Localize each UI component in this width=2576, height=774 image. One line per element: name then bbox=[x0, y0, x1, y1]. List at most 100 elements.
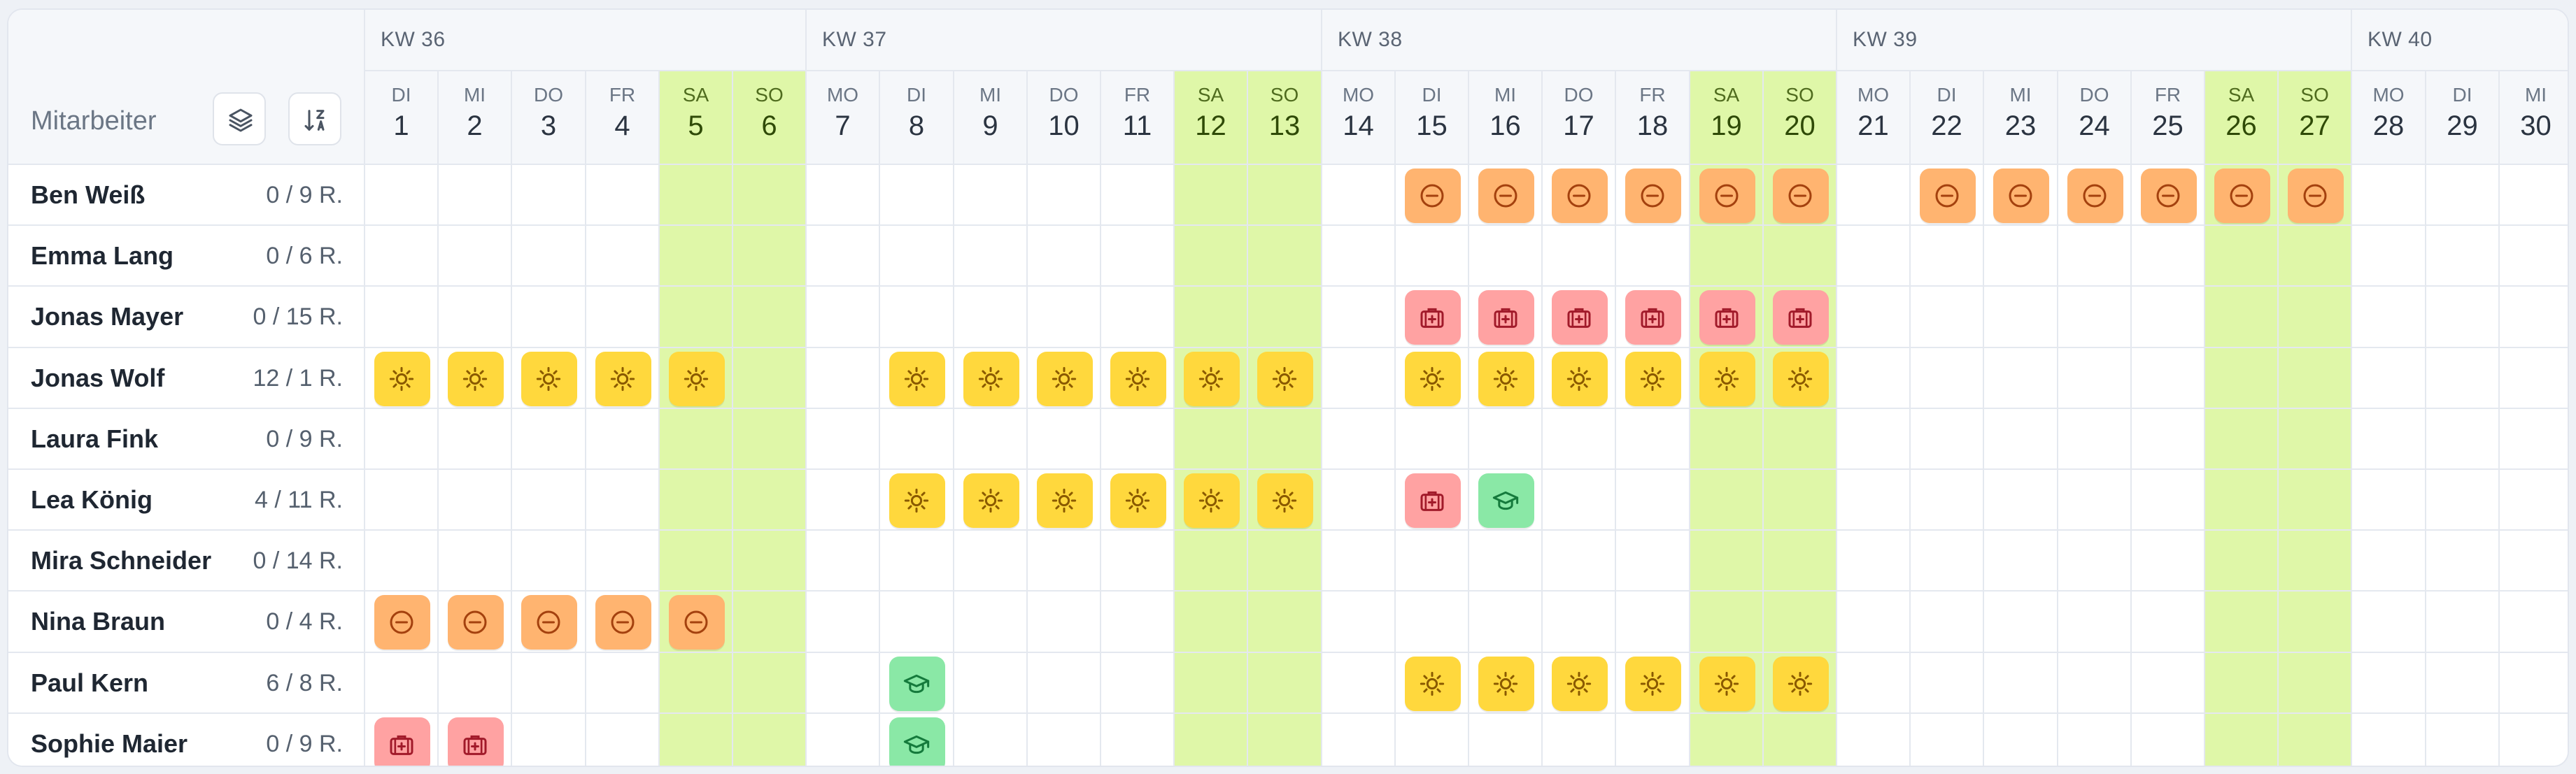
day-cell[interactable] bbox=[1175, 165, 1248, 226]
day-cell[interactable] bbox=[1984, 165, 2058, 226]
day-cell[interactable] bbox=[2500, 409, 2568, 470]
day-cell[interactable] bbox=[1028, 409, 1101, 470]
absence-tile-vacation[interactable] bbox=[1772, 656, 1829, 711]
day-cell[interactable] bbox=[2352, 287, 2426, 348]
absence-tile-dayoff[interactable] bbox=[1699, 168, 1755, 223]
day-cell[interactable] bbox=[1543, 470, 1616, 531]
day-cell[interactable] bbox=[1322, 592, 1396, 653]
day-cell[interactable] bbox=[1690, 592, 1764, 653]
day-cell[interactable] bbox=[2279, 531, 2352, 592]
day-cell[interactable] bbox=[1175, 409, 1248, 470]
day-cell[interactable] bbox=[954, 226, 1028, 287]
absence-tile-dayoff[interactable] bbox=[1478, 168, 1534, 223]
day-cell[interactable] bbox=[2058, 348, 2132, 409]
day-cell[interactable] bbox=[660, 470, 733, 531]
employee-row-header[interactable]: Mira Schneider 0 / 14 R. bbox=[8, 531, 365, 592]
day-cell[interactable] bbox=[2205, 409, 2279, 470]
day-cell[interactable] bbox=[2132, 287, 2205, 348]
absence-tile-dayoff[interactable] bbox=[2067, 168, 2123, 223]
day-cell[interactable] bbox=[1616, 653, 1690, 714]
day-cell[interactable] bbox=[1764, 165, 1837, 226]
day-cell[interactable] bbox=[880, 531, 954, 592]
day-cell[interactable] bbox=[2426, 409, 2500, 470]
absence-tile-vacation[interactable] bbox=[1404, 351, 1461, 406]
day-cell[interactable] bbox=[660, 409, 733, 470]
day-cell[interactable] bbox=[365, 470, 439, 531]
absence-tile-sick[interactable] bbox=[374, 717, 430, 766]
day-cell[interactable] bbox=[1322, 653, 1396, 714]
employee-row-header[interactable]: Lea König 4 / 11 R. bbox=[8, 470, 365, 531]
day-cell[interactable] bbox=[2205, 165, 2279, 226]
day-cell[interactable] bbox=[880, 348, 954, 409]
day-cell[interactable] bbox=[1616, 409, 1690, 470]
day-cell[interactable] bbox=[2058, 470, 2132, 531]
day-cell[interactable] bbox=[1248, 226, 1322, 287]
day-cell[interactable] bbox=[2352, 653, 2426, 714]
day-cell[interactable] bbox=[1764, 531, 1837, 592]
absence-tile-vacation[interactable] bbox=[1478, 656, 1534, 711]
day-cell[interactable] bbox=[2132, 592, 2205, 653]
absence-tile-dayoff[interactable] bbox=[2214, 168, 2270, 223]
day-cell[interactable] bbox=[1101, 653, 1175, 714]
day-cell[interactable] bbox=[2058, 653, 2132, 714]
day-cell[interactable] bbox=[807, 165, 880, 226]
absence-tile-dayoff[interactable] bbox=[2140, 168, 2197, 223]
day-cell[interactable] bbox=[439, 348, 512, 409]
day-cell[interactable] bbox=[2058, 165, 2132, 226]
day-cell[interactable] bbox=[512, 348, 586, 409]
day-cell[interactable] bbox=[1396, 226, 1469, 287]
absence-tile-dayoff[interactable] bbox=[1993, 168, 2049, 223]
absence-tile-vacation[interactable] bbox=[1257, 351, 1313, 406]
day-cell[interactable] bbox=[586, 653, 660, 714]
day-cell[interactable] bbox=[2279, 470, 2352, 531]
day-cell[interactable] bbox=[1248, 592, 1322, 653]
day-cell[interactable] bbox=[1101, 470, 1175, 531]
absence-tile-sick[interactable] bbox=[1478, 290, 1534, 345]
day-cell[interactable] bbox=[2500, 348, 2568, 409]
day-cell[interactable] bbox=[1616, 348, 1690, 409]
day-cell[interactable] bbox=[1469, 531, 1543, 592]
day-cell[interactable] bbox=[1175, 714, 1248, 766]
day-cell[interactable] bbox=[1175, 287, 1248, 348]
day-cell[interactable] bbox=[660, 287, 733, 348]
day-cell[interactable] bbox=[1984, 592, 2058, 653]
day-cell[interactable] bbox=[2132, 409, 2205, 470]
day-cell[interactable] bbox=[1543, 165, 1616, 226]
sort-button[interactable] bbox=[288, 92, 341, 145]
day-cell[interactable] bbox=[2058, 226, 2132, 287]
day-cell[interactable] bbox=[954, 165, 1028, 226]
day-cell[interactable] bbox=[1248, 653, 1322, 714]
day-cell[interactable] bbox=[1764, 714, 1837, 766]
day-cell[interactable] bbox=[1248, 470, 1322, 531]
day-cell[interactable] bbox=[439, 592, 512, 653]
day-cell[interactable] bbox=[1175, 653, 1248, 714]
absence-tile-training[interactable] bbox=[889, 717, 945, 766]
day-cell[interactable] bbox=[1543, 348, 1616, 409]
absence-tile-vacation[interactable] bbox=[1257, 473, 1313, 528]
day-cell[interactable] bbox=[1984, 714, 2058, 766]
day-cell[interactable] bbox=[1543, 531, 1616, 592]
day-cell[interactable] bbox=[1248, 348, 1322, 409]
day-cell[interactable] bbox=[1175, 592, 1248, 653]
day-cell[interactable] bbox=[1616, 165, 1690, 226]
day-cell[interactable] bbox=[1764, 470, 1837, 531]
day-cell[interactable] bbox=[1028, 348, 1101, 409]
day-cell[interactable] bbox=[880, 592, 954, 653]
day-cell[interactable] bbox=[1322, 714, 1396, 766]
day-cell[interactable] bbox=[365, 409, 439, 470]
day-cell[interactable] bbox=[807, 409, 880, 470]
absence-tile-vacation[interactable] bbox=[1772, 351, 1829, 406]
absence-tile-training[interactable] bbox=[1478, 473, 1534, 528]
day-cell[interactable] bbox=[2205, 470, 2279, 531]
day-cell[interactable] bbox=[1028, 226, 1101, 287]
day-cell[interactable] bbox=[1837, 226, 1911, 287]
absence-tile-vacation[interactable] bbox=[595, 351, 651, 406]
day-cell[interactable] bbox=[2426, 348, 2500, 409]
day-cell[interactable] bbox=[2132, 165, 2205, 226]
day-cell[interactable] bbox=[1764, 592, 1837, 653]
day-cell[interactable] bbox=[439, 409, 512, 470]
day-cell[interactable] bbox=[1616, 287, 1690, 348]
day-cell[interactable] bbox=[1837, 714, 1911, 766]
day-cell[interactable] bbox=[2058, 409, 2132, 470]
day-cell[interactable] bbox=[1764, 226, 1837, 287]
